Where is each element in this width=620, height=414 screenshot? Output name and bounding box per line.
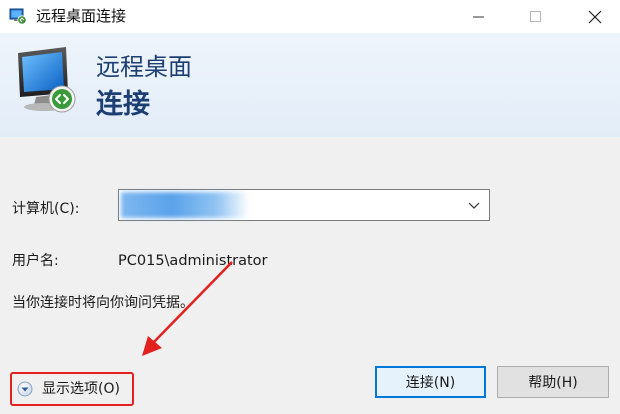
computer-label: 计算机(C): (12, 201, 80, 217)
show-options-toggle[interactable]: 显示选项(O) (10, 372, 134, 406)
maximize-button[interactable] (513, 0, 559, 33)
header-banner: 远程桌面 连接 (0, 33, 620, 137)
banner-subtitle: 连接 (96, 89, 150, 120)
credentials-notice: 当你连接时将向你询问凭据。 (12, 295, 194, 311)
banner-title: 远程桌面 (96, 53, 192, 81)
minimize-button[interactable] (456, 0, 502, 33)
chevron-down-icon[interactable] (467, 198, 481, 212)
username-label: 用户名: (12, 253, 59, 269)
show-options-label: 显示选项(O) (42, 381, 120, 397)
title-bar: 远程桌面连接 (0, 0, 620, 33)
computer-value-redacted[interactable] (121, 192, 249, 218)
remote-desktop-window: 远程桌面连接 远程桌面 连接 计算机(C): 用户名: PC015\admini… (0, 0, 620, 414)
computer-combobox[interactable] (118, 189, 490, 221)
maximize-icon (530, 10, 541, 22)
chevron-down-circle-icon (17, 381, 33, 397)
connect-button[interactable]: 连接(N) (375, 366, 486, 398)
remote-desktop-monitor-icon (18, 47, 76, 113)
window-title: 远程桌面连接 (36, 7, 127, 25)
remote-desktop-icon (9, 8, 27, 25)
minimize-icon (473, 16, 484, 17)
close-icon (588, 10, 602, 23)
close-button[interactable] (572, 0, 618, 33)
help-button[interactable]: 帮助(H) (497, 366, 609, 398)
username-value: PC015\administrator (118, 253, 268, 269)
